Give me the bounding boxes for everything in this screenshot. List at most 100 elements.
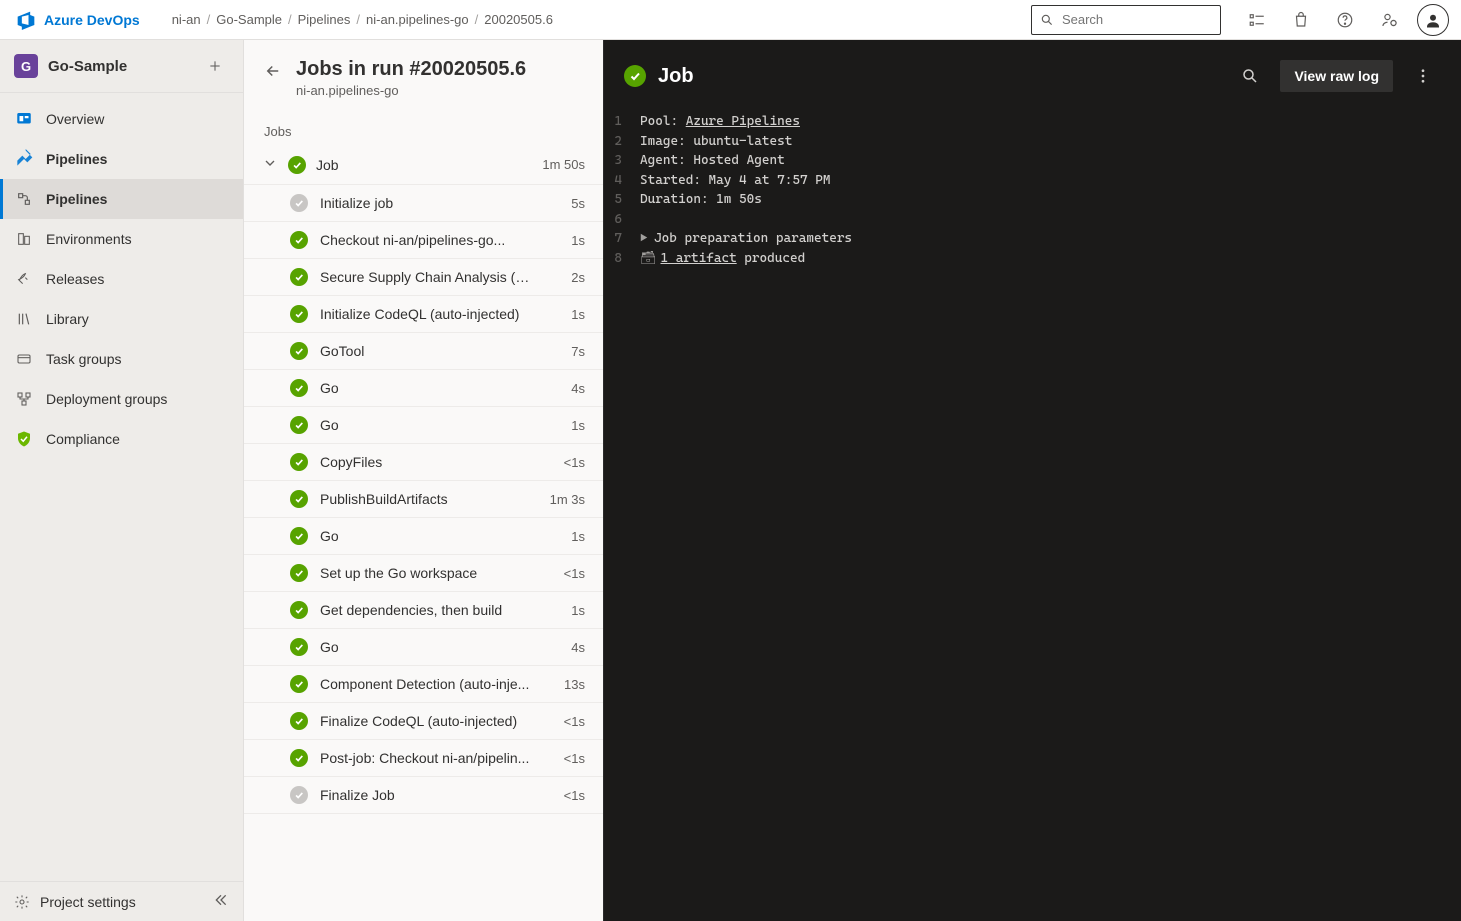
collapse-sidebar-button[interactable]	[213, 892, 229, 911]
task-row[interactable]: Finalize CodeQL (auto-injected)<1s	[244, 703, 603, 740]
sidebar-item-deploymentgroups[interactable]: Deployment groups	[0, 379, 243, 419]
breadcrumb-item[interactable]: ni-an.pipelines-go	[366, 12, 469, 27]
sidenav: G Go-Sample Overview Pipelines	[0, 40, 244, 921]
chevron-down-icon	[262, 155, 278, 174]
sidebar-item-compliance[interactable]: Compliance	[0, 419, 243, 459]
status-success-icon	[624, 65, 646, 87]
job-group-row[interactable]: Job 1m 50s	[244, 145, 603, 185]
job-list: Job 1m 50s Initialize job5sCheckout ni-a…	[244, 145, 603, 921]
sidebar-item-library[interactable]: Library	[0, 299, 243, 339]
sidebar-item-environments[interactable]: Environments	[0, 219, 243, 259]
shopping-icon[interactable]	[1283, 2, 1319, 38]
sidebar-item-releases[interactable]: Releases	[0, 259, 243, 299]
gear-icon	[14, 894, 30, 910]
task-row[interactable]: Initialize CodeQL (auto-injected)1s	[244, 296, 603, 333]
avatar-icon	[1417, 4, 1449, 36]
task-row[interactable]: Secure Supply Chain Analysis (aut... 2s	[244, 259, 603, 296]
jobs-subtitle[interactable]: ni-an.pipelines-go	[296, 83, 526, 98]
sidebar-item-pipelines[interactable]: Pipelines	[0, 139, 243, 179]
sidebar-item-label: Pipelines	[46, 151, 107, 167]
search-input[interactable]	[1062, 12, 1212, 27]
task-duration: 2s	[547, 270, 585, 285]
task-name: Set up the Go workspace	[320, 565, 535, 581]
task-row[interactable]: Post-job: Checkout ni-an/pipelin...<1s	[244, 740, 603, 777]
sidebar-item-label: Releases	[46, 271, 104, 287]
project-avatar: G	[14, 54, 38, 78]
log-fold-row[interactable]: 7▶Job preparation parameters	[612, 229, 1441, 249]
task-row[interactable]: CopyFiles<1s	[244, 444, 603, 481]
task-duration: <1s	[547, 751, 585, 766]
avatar-button[interactable]	[1415, 2, 1451, 38]
task-row[interactable]: Get dependencies, then build 1s	[244, 592, 603, 629]
compliance-icon	[14, 429, 34, 449]
add-project-button[interactable]	[201, 52, 229, 80]
sidebar-item-pipelines-sub[interactable]: Pipelines	[0, 179, 243, 219]
taskgroups-icon	[14, 349, 34, 369]
search-icon	[1040, 12, 1054, 28]
environments-icon	[14, 229, 34, 249]
brand[interactable]: Azure DevOps	[16, 10, 140, 30]
task-duration: 1s	[547, 418, 585, 433]
status-skipped-icon	[290, 786, 308, 804]
task-row[interactable]: Go4s	[244, 629, 603, 666]
task-duration: 1s	[547, 603, 585, 618]
status-success-icon	[290, 601, 308, 619]
task-name: Go	[320, 417, 535, 433]
task-name: Finalize Job	[320, 787, 535, 803]
task-duration: 4s	[547, 381, 585, 396]
task-name: Secure Supply Chain Analysis (aut...	[320, 269, 535, 285]
work-items-icon[interactable]	[1239, 2, 1275, 38]
log-title: Job	[658, 65, 694, 88]
task-row[interactable]: Go4s	[244, 370, 603, 407]
more-actions-button[interactable]	[1405, 58, 1441, 94]
task-name: Get dependencies, then build	[320, 602, 535, 618]
person-settings-icon[interactable]	[1371, 2, 1407, 38]
task-duration: 5s	[547, 196, 585, 211]
task-row[interactable]: Go 1s	[244, 407, 603, 444]
breadcrumb-item[interactable]: 20020505.6	[484, 12, 553, 27]
task-duration: 1m 3s	[547, 492, 585, 507]
status-success-icon	[290, 749, 308, 767]
status-success-icon	[290, 490, 308, 508]
search-box[interactable]	[1031, 5, 1221, 35]
status-success-icon	[290, 379, 308, 397]
task-row[interactable]: Set up the Go workspace<1s	[244, 555, 603, 592]
task-row[interactable]: Finalize Job <1s	[244, 777, 603, 814]
job-group-name: Job	[316, 157, 532, 173]
sidebar-item-label: Overview	[46, 111, 104, 127]
back-button[interactable]	[264, 62, 282, 83]
project-header[interactable]: G Go-Sample	[0, 40, 243, 93]
sidebar-item-overview[interactable]: Overview	[0, 99, 243, 139]
azure-devops-icon	[16, 10, 36, 30]
task-duration: 1s	[547, 233, 585, 248]
task-row[interactable]: Component Detection (auto-inje...13s	[244, 666, 603, 703]
task-name: PublishBuildArtifacts	[320, 491, 535, 507]
task-row[interactable]: Checkout ni-an/pipelines-go... 1s	[244, 222, 603, 259]
artifact-link[interactable]: 1 artifact	[661, 251, 737, 266]
overview-icon	[14, 109, 34, 129]
log-panel: Job View raw log 1Pool: Azure Pipelines …	[604, 40, 1461, 921]
sidebar-item-taskgroups[interactable]: Task groups	[0, 339, 243, 379]
view-raw-log-button[interactable]: View raw log	[1280, 60, 1393, 92]
project-settings[interactable]: Project settings	[0, 881, 243, 921]
status-success-icon	[290, 305, 308, 323]
help-icon[interactable]	[1327, 2, 1363, 38]
breadcrumb-item[interactable]: Pipelines	[298, 12, 351, 27]
task-name: Checkout ni-an/pipelines-go...	[320, 232, 535, 248]
status-success-icon	[290, 231, 308, 249]
task-duration: 7s	[547, 344, 585, 359]
status-success-icon	[290, 268, 308, 286]
task-row[interactable]: Go1s	[244, 518, 603, 555]
task-row[interactable]: GoTool7s	[244, 333, 603, 370]
task-name: Finalize CodeQL (auto-injected)	[320, 713, 535, 729]
task-row[interactable]: Initialize job5s	[244, 185, 603, 222]
log-search-button[interactable]	[1232, 58, 1268, 94]
log-body[interactable]: 1Pool: Azure Pipelines 2Image: ubuntu-la…	[604, 112, 1461, 921]
releases-icon	[14, 269, 34, 289]
breadcrumb-item[interactable]: ni-an	[172, 12, 201, 27]
task-duration: <1s	[547, 788, 585, 803]
pool-link[interactable]: Azure Pipelines	[686, 114, 800, 129]
task-row[interactable]: PublishBuildArtifacts 1m 3s	[244, 481, 603, 518]
status-success-icon	[290, 675, 308, 693]
breadcrumb-item[interactable]: Go-Sample	[216, 12, 282, 27]
